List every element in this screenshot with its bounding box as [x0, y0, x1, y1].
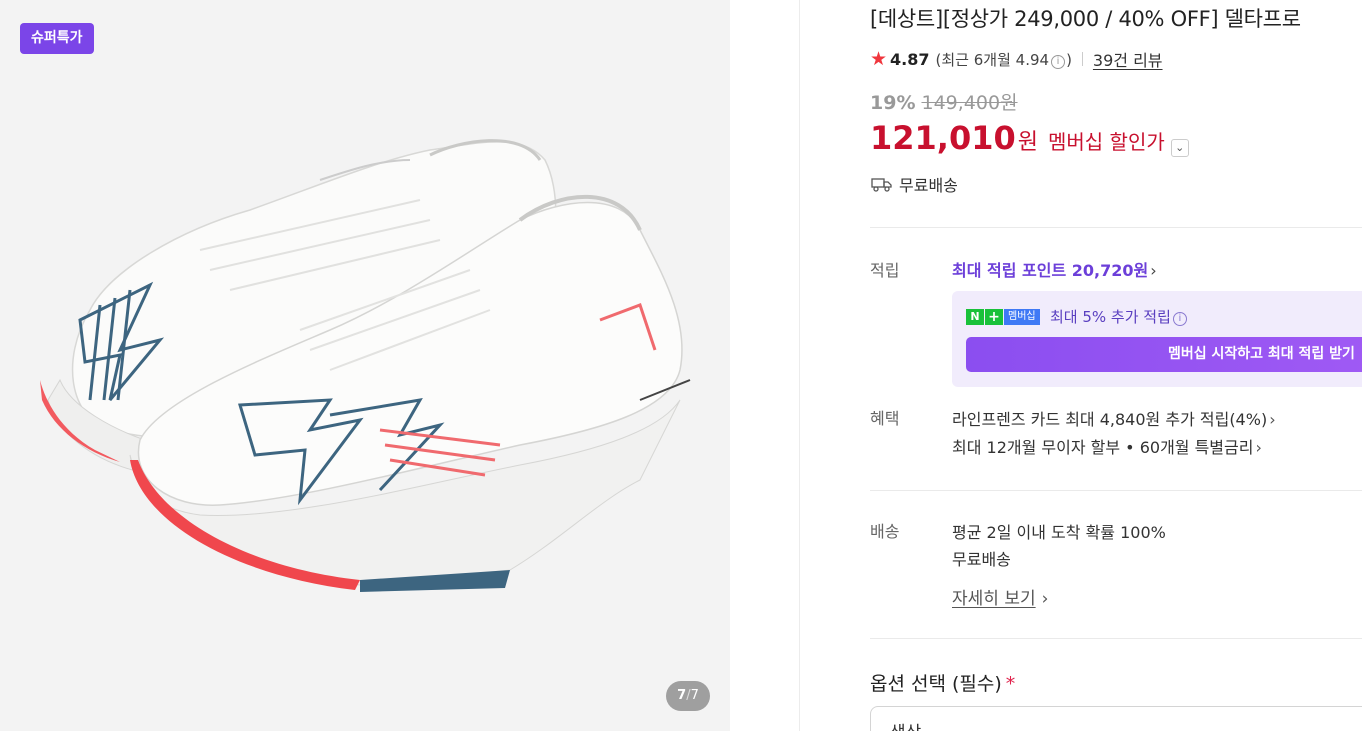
discount-row: 19% 149,400원: [870, 88, 1018, 115]
original-price: 149,400원: [921, 92, 1018, 114]
npay-membership-logo: N + 멤버십: [966, 309, 1040, 325]
star-icon: ★: [870, 47, 888, 70]
chevron-right-icon: ›: [1269, 410, 1276, 429]
review-count-link[interactable]: 39건 리뷰: [1093, 47, 1163, 71]
panel-divider: [799, 0, 800, 731]
delivery-label: 배송: [870, 522, 900, 541]
benefit-installment-link[interactable]: 최대 12개월 무이자 할부 • 60개월 특별금리 ›: [952, 434, 1262, 458]
divider: [870, 638, 1362, 639]
chevron-right-icon: ›: [1041, 589, 1049, 609]
divider: [870, 490, 1362, 491]
image-counter: 7/7: [666, 681, 710, 711]
benefits-label: 혜택: [870, 409, 900, 428]
shipping-text: 무료배송: [899, 176, 958, 195]
truck-icon: [871, 178, 892, 192]
delivery-detail-link[interactable]: 자세히 보기 ›: [952, 584, 1048, 609]
price-row: 121,010 원 멤버십 할인가 ⌄: [870, 119, 1189, 157]
recent-rating: (최근 6개월 4.94 i): [935, 50, 1072, 69]
membership-box: N + 멤버십 최대 5% 추가 적립 i 멤버십 시작하고 최대 적립 받기: [952, 291, 1362, 387]
rating-row: ★ 4.87 (최근 6개월 4.94 i) 39건 리뷰: [870, 47, 1163, 71]
option-select-title: 옵션 선택 (필수) *: [870, 673, 1016, 695]
delivery-probability: 평균 2일 이내 도착 확률 100%: [952, 523, 1166, 542]
product-image-gallery[interactable]: 슈퍼특가 7/7: [0, 0, 730, 731]
chevron-right-icon: ›: [1150, 261, 1157, 280]
max-points-link[interactable]: 최대 적립 포인트 20,720원 ›: [952, 257, 1157, 281]
product-info-panel: [데상트][정상가 249,000 / 40% OFF] 델타프로 ★ 4.87…: [870, 0, 1362, 731]
info-icon[interactable]: i: [1172, 312, 1187, 326]
membership-extra-points: 최대 5% 추가 적립 i: [1050, 306, 1188, 327]
points-label: 적립: [870, 261, 900, 280]
rating-value: 4.87: [890, 49, 930, 69]
member-price-label: 멤버십 할인가: [1048, 130, 1165, 154]
discount-rate: 19%: [870, 92, 916, 114]
chevron-right-icon: ›: [1255, 438, 1262, 457]
info-icon[interactable]: i: [1051, 54, 1066, 69]
product-page: 슈퍼특가 7/7 [데상트][정상가 249,000 / 40% OFF] 델타…: [0, 0, 1362, 731]
benefit-card-link[interactable]: 라인프렌즈 카드 최대 4,840원 추가 적립(4%) ›: [952, 406, 1276, 430]
divider: [1081, 52, 1083, 66]
chevron-down-icon[interactable]: ⌄: [1170, 139, 1189, 157]
divider: [870, 227, 1362, 228]
shipping-row: 무료배송: [871, 172, 958, 196]
price-unit: 원: [1017, 130, 1038, 155]
sale-price: 121,010: [870, 119, 1016, 157]
color-option-select[interactable]: 색상: [870, 706, 1362, 731]
membership-start-button[interactable]: 멤버십 시작하고 최대 적립 받기: [966, 337, 1362, 372]
delivery-free-shipping: 무료배송: [952, 550, 1011, 569]
product-title: [데상트][정상가 249,000 / 40% OFF] 델타프로: [870, 7, 1301, 31]
super-deal-badge: 슈퍼특가: [20, 23, 94, 54]
required-mark: *: [1005, 673, 1016, 695]
product-image: [40, 139, 691, 592]
